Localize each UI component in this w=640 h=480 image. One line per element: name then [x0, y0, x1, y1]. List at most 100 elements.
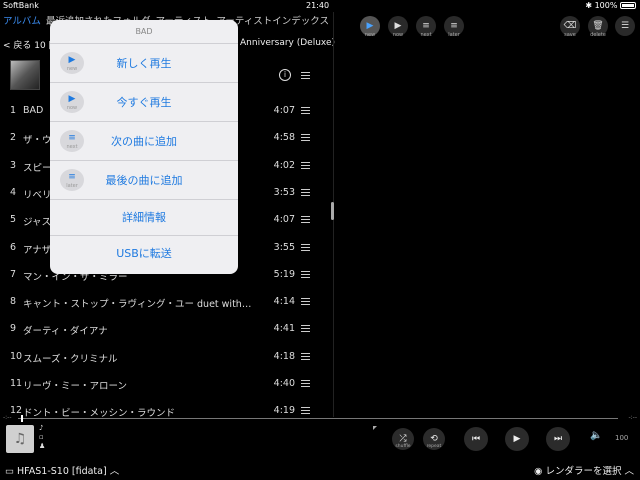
tab-album[interactable]: アルバム	[3, 16, 41, 27]
track-title: ダーティ・ダイアナ	[23, 326, 108, 338]
track-menu-icon[interactable]	[301, 216, 310, 224]
pane-resize-handle[interactable]	[331, 202, 334, 220]
track-menu-icon[interactable]	[301, 325, 310, 333]
repeat-button[interactable]: ⟲ repeat	[423, 428, 445, 450]
track-duration: 3:53	[273, 186, 295, 198]
repeat-label: repeat	[426, 444, 442, 449]
track-duration: 4:02	[273, 159, 295, 171]
monitor-icon: ▭	[5, 466, 14, 477]
clock: 21:40	[306, 1, 330, 10]
shuffle-button[interactable]: ⤮ shuffle	[392, 428, 414, 450]
renderer-icon: ◉	[534, 466, 543, 477]
track-number: 7	[10, 268, 17, 280]
artist-icon: ♟	[39, 442, 46, 450]
track-number: 9	[10, 323, 17, 335]
later-button[interactable]: ≡ later	[443, 16, 465, 40]
track-menu-icon[interactable]	[301, 134, 310, 142]
status-right: ✱ 100%	[585, 1, 636, 10]
back-button[interactable]: < 戻る	[3, 41, 31, 51]
track-title: スムーズ・クリミナル	[23, 353, 118, 365]
skip-previous-icon: ⏮	[471, 434, 481, 444]
next-button[interactable]: ≡ next	[415, 16, 437, 40]
progress-knob[interactable]	[21, 415, 23, 422]
volume-level: 100	[615, 434, 629, 442]
track-number: 11	[10, 378, 23, 389]
device-selector[interactable]: ▭ HFAS1-S10 [fidata] ︿	[5, 463, 119, 477]
track-duration: 4:14	[273, 296, 295, 308]
icon-caption: next	[66, 144, 78, 150]
queue-later-icon: ≡ later	[60, 169, 84, 191]
add-last-option[interactable]: ≡ later 最後の曲に追加	[50, 161, 238, 200]
bluetooth-icon: ✱	[585, 1, 593, 10]
track-duration: 4:18	[273, 350, 295, 362]
new-label: new	[364, 32, 376, 38]
now-button[interactable]: ▶ now	[387, 16, 409, 40]
volume-icon[interactable]: 🔈	[590, 430, 602, 441]
album-icon: ▫	[39, 433, 44, 441]
new-button[interactable]: ▶ new	[359, 16, 381, 40]
battery-percent: 100%	[594, 1, 618, 10]
play-now-option[interactable]: ▶ now 今すぐ再生	[50, 83, 238, 122]
album-menu-icon[interactable]	[301, 72, 310, 79]
play-now-icon: ▶ now	[60, 91, 84, 113]
track-menu-icon[interactable]	[301, 352, 310, 360]
track-row[interactable]: 9 ダーティ・ダイアナ 4:41	[0, 315, 320, 342]
play-new-option[interactable]: ▶ new 新しく再生	[50, 44, 238, 83]
renderer-selector[interactable]: ◉ レンダラーを選択 ︿	[534, 463, 634, 477]
track-menu-icon[interactable]	[301, 107, 310, 114]
track-row[interactable]: 11 リーヴ・ミー・アローン 4:40	[0, 370, 320, 397]
info-icon[interactable]: i	[279, 69, 291, 81]
track-menu-icon[interactable]	[301, 380, 310, 387]
previous-button[interactable]: ⏮	[464, 427, 488, 451]
track-number: 1	[10, 105, 17, 116]
track-duration: 4:40	[273, 378, 295, 389]
option-label: 今すぐ再生	[116, 96, 172, 109]
option-label: 新しく再生	[116, 57, 172, 70]
progress-bar[interactable]: -:-- -:--	[0, 414, 640, 422]
track-title: リーヴ・ミー・アローン	[23, 381, 128, 392]
chevron-up-icon: ︿	[109, 466, 120, 477]
icon-caption: later	[66, 183, 78, 189]
save-button[interactable]: ⌫ save	[559, 16, 581, 40]
track-number: 10	[10, 350, 23, 362]
menu-button[interactable]: ☰	[614, 16, 636, 40]
track-menu-icon[interactable]	[301, 243, 310, 251]
next-label: next	[420, 32, 432, 38]
track-number: 6	[10, 241, 17, 253]
skip-next-icon: ⏭	[553, 434, 563, 444]
delete-label: delete	[590, 32, 606, 38]
album-artwork	[10, 60, 40, 90]
album-title-suffix: Anniversary (Deluxe)	[240, 38, 336, 48]
play-icon: ▶	[513, 434, 521, 444]
track-title: キャント・ストップ・ラヴィング・ユー duet with…	[23, 299, 252, 311]
track-menu-icon[interactable]	[301, 161, 310, 169]
track-duration: 4:07	[273, 214, 295, 226]
track-row[interactable]: 10 スムーズ・クリミナル 4:18	[0, 343, 320, 370]
delete-button[interactable]: 🗑 delete	[587, 16, 609, 40]
usb-transfer-option[interactable]: USBに転送	[50, 236, 238, 272]
track-menu-icon[interactable]	[301, 270, 310, 278]
now-playing-artwork[interactable]: ♫	[6, 425, 34, 453]
hamburger-icon: ☰	[615, 16, 635, 36]
add-next-option[interactable]: ≡ next 次の曲に追加	[50, 122, 238, 161]
elapsed-time: -:--	[3, 414, 12, 421]
track-menu-icon[interactable]	[301, 188, 310, 196]
track-duration: 4:58	[273, 132, 295, 144]
corner-marker-icon	[373, 426, 377, 430]
status-bar: SoftBank 21:40 ✱ 100%	[0, 0, 640, 12]
option-label: 詳細情報	[122, 211, 166, 224]
icon-caption: new	[66, 66, 78, 72]
later-label: later	[448, 32, 460, 38]
track-number: 3	[10, 159, 17, 171]
track-menu-icon[interactable]	[301, 298, 310, 306]
play-button[interactable]: ▶	[505, 427, 529, 451]
track-duration: 4:41	[273, 323, 295, 335]
repeat-icon: ⟲	[430, 434, 438, 444]
next-track-button[interactable]: ⏭	[546, 427, 570, 451]
music-note-icon: ♪	[39, 424, 44, 432]
option-label: 最後の曲に追加	[105, 174, 183, 187]
details-option[interactable]: 詳細情報	[50, 200, 238, 236]
track-number: 4	[10, 186, 17, 198]
track-row[interactable]: 8 キャント・ストップ・ラヴィング・ユー duet with… 4:14	[0, 288, 320, 315]
popup-title: BAD	[50, 20, 238, 44]
